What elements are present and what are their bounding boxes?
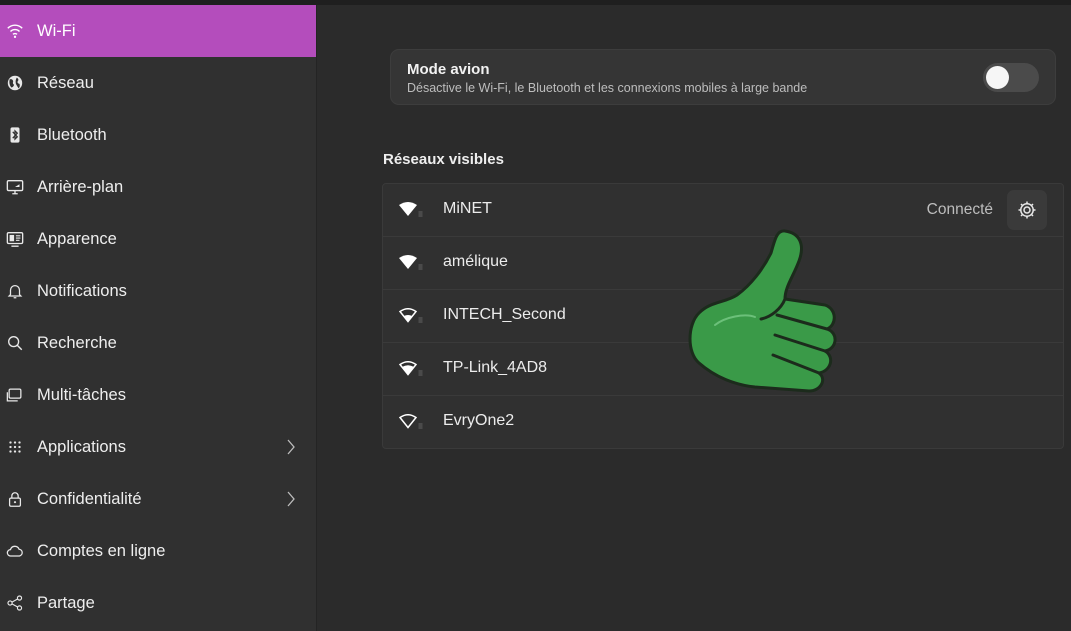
sidebar-item-label: Bluetooth: [37, 125, 107, 144]
network-settings-button[interactable]: [1007, 190, 1047, 230]
sidebar-item-label: Réseau: [37, 73, 94, 92]
chevron-right-icon: [287, 439, 295, 455]
appearance-icon: [5, 229, 25, 249]
chevron-right-icon: [287, 491, 295, 507]
sidebar-item-label: Comptes en ligne: [37, 541, 166, 560]
globe-icon: [5, 73, 25, 93]
bluetooth-icon: [5, 125, 25, 145]
sidebar-item-multitaches[interactable]: Multi-tâches: [0, 369, 316, 421]
sidebar-item-comptes-en-ligne[interactable]: Comptes en ligne: [0, 525, 316, 577]
network-name: amélique: [443, 253, 508, 270]
wifi-signal-weak-icon: [399, 308, 423, 323]
sidebar-item-label: Apparence: [37, 229, 117, 248]
wifi-icon: [5, 21, 25, 41]
sidebar-item-label: Partage: [37, 593, 95, 612]
wifi-signal-weak-icon: [399, 414, 423, 429]
network-status: Connecté: [926, 201, 993, 218]
sidebar-item-applications[interactable]: Applications: [0, 421, 316, 473]
wifi-signal-full-icon: [399, 255, 423, 270]
network-row-evryone2[interactable]: EvryOne2: [383, 396, 1063, 449]
lock-icon: [5, 489, 25, 509]
network-name: EvryOne2: [443, 412, 515, 429]
wifi-signal-good-icon: [399, 361, 423, 376]
airplane-mode-description: Désactive le Wi-Fi, le Bluetooth et les …: [407, 81, 808, 95]
sidebar-item-label: Applications: [37, 437, 126, 456]
airplane-mode-row: Mode avion Désactive le Wi-Fi, le Blueto…: [390, 49, 1056, 105]
sidebar-item-label: Notifications: [37, 281, 127, 300]
grid-icon: [5, 437, 25, 457]
search-icon: [5, 333, 25, 353]
sidebar-item-confidentialite[interactable]: Confidentialité: [0, 473, 316, 525]
thumbs-up-icon: [688, 229, 837, 393]
toggle-knob: [986, 66, 1009, 89]
network-name: MiNET: [443, 200, 492, 217]
airplane-mode-title: Mode avion: [407, 61, 490, 78]
sidebar-item-label: Arrière-plan: [37, 177, 124, 196]
sidebar-item-label: Multi-tâches: [37, 385, 126, 404]
settings-sidebar: Wi-Fi Réseau Bluetooth Arrière-plan Appa…: [0, 5, 317, 631]
share-icon: [5, 593, 25, 613]
monitor-icon: [5, 177, 25, 197]
sidebar-item-label: Confidentialité: [37, 489, 142, 508]
sidebar-item-label: Wi-Fi: [37, 21, 76, 40]
sidebar-item-bluetooth[interactable]: Bluetooth: [0, 109, 316, 161]
sidebar-item-label: Recherche: [37, 333, 117, 352]
airplane-mode-toggle[interactable]: [983, 63, 1039, 92]
sidebar-item-notifications[interactable]: Notifications: [0, 265, 316, 317]
sidebar-item-wifi[interactable]: Wi-Fi: [0, 5, 316, 57]
sidebar-item-arriere-plan[interactable]: Arrière-plan: [0, 161, 316, 213]
sidebar-item-apparence[interactable]: Apparence: [0, 213, 316, 265]
gear-icon: [1018, 201, 1036, 219]
cloud-icon: [5, 541, 25, 561]
network-name: INTECH_Second: [443, 306, 566, 323]
sidebar-item-reseau[interactable]: Réseau: [0, 57, 316, 109]
sidebar-item-partage[interactable]: Partage: [0, 577, 316, 629]
network-name: TP-Link_4AD8: [443, 359, 548, 376]
visible-networks-heading: Réseaux visibles: [383, 151, 504, 168]
wifi-signal-full-icon: [399, 202, 423, 217]
bell-icon: [5, 281, 25, 301]
multitask-icon: [5, 385, 25, 405]
sidebar-item-recherche[interactable]: Recherche: [0, 317, 316, 369]
